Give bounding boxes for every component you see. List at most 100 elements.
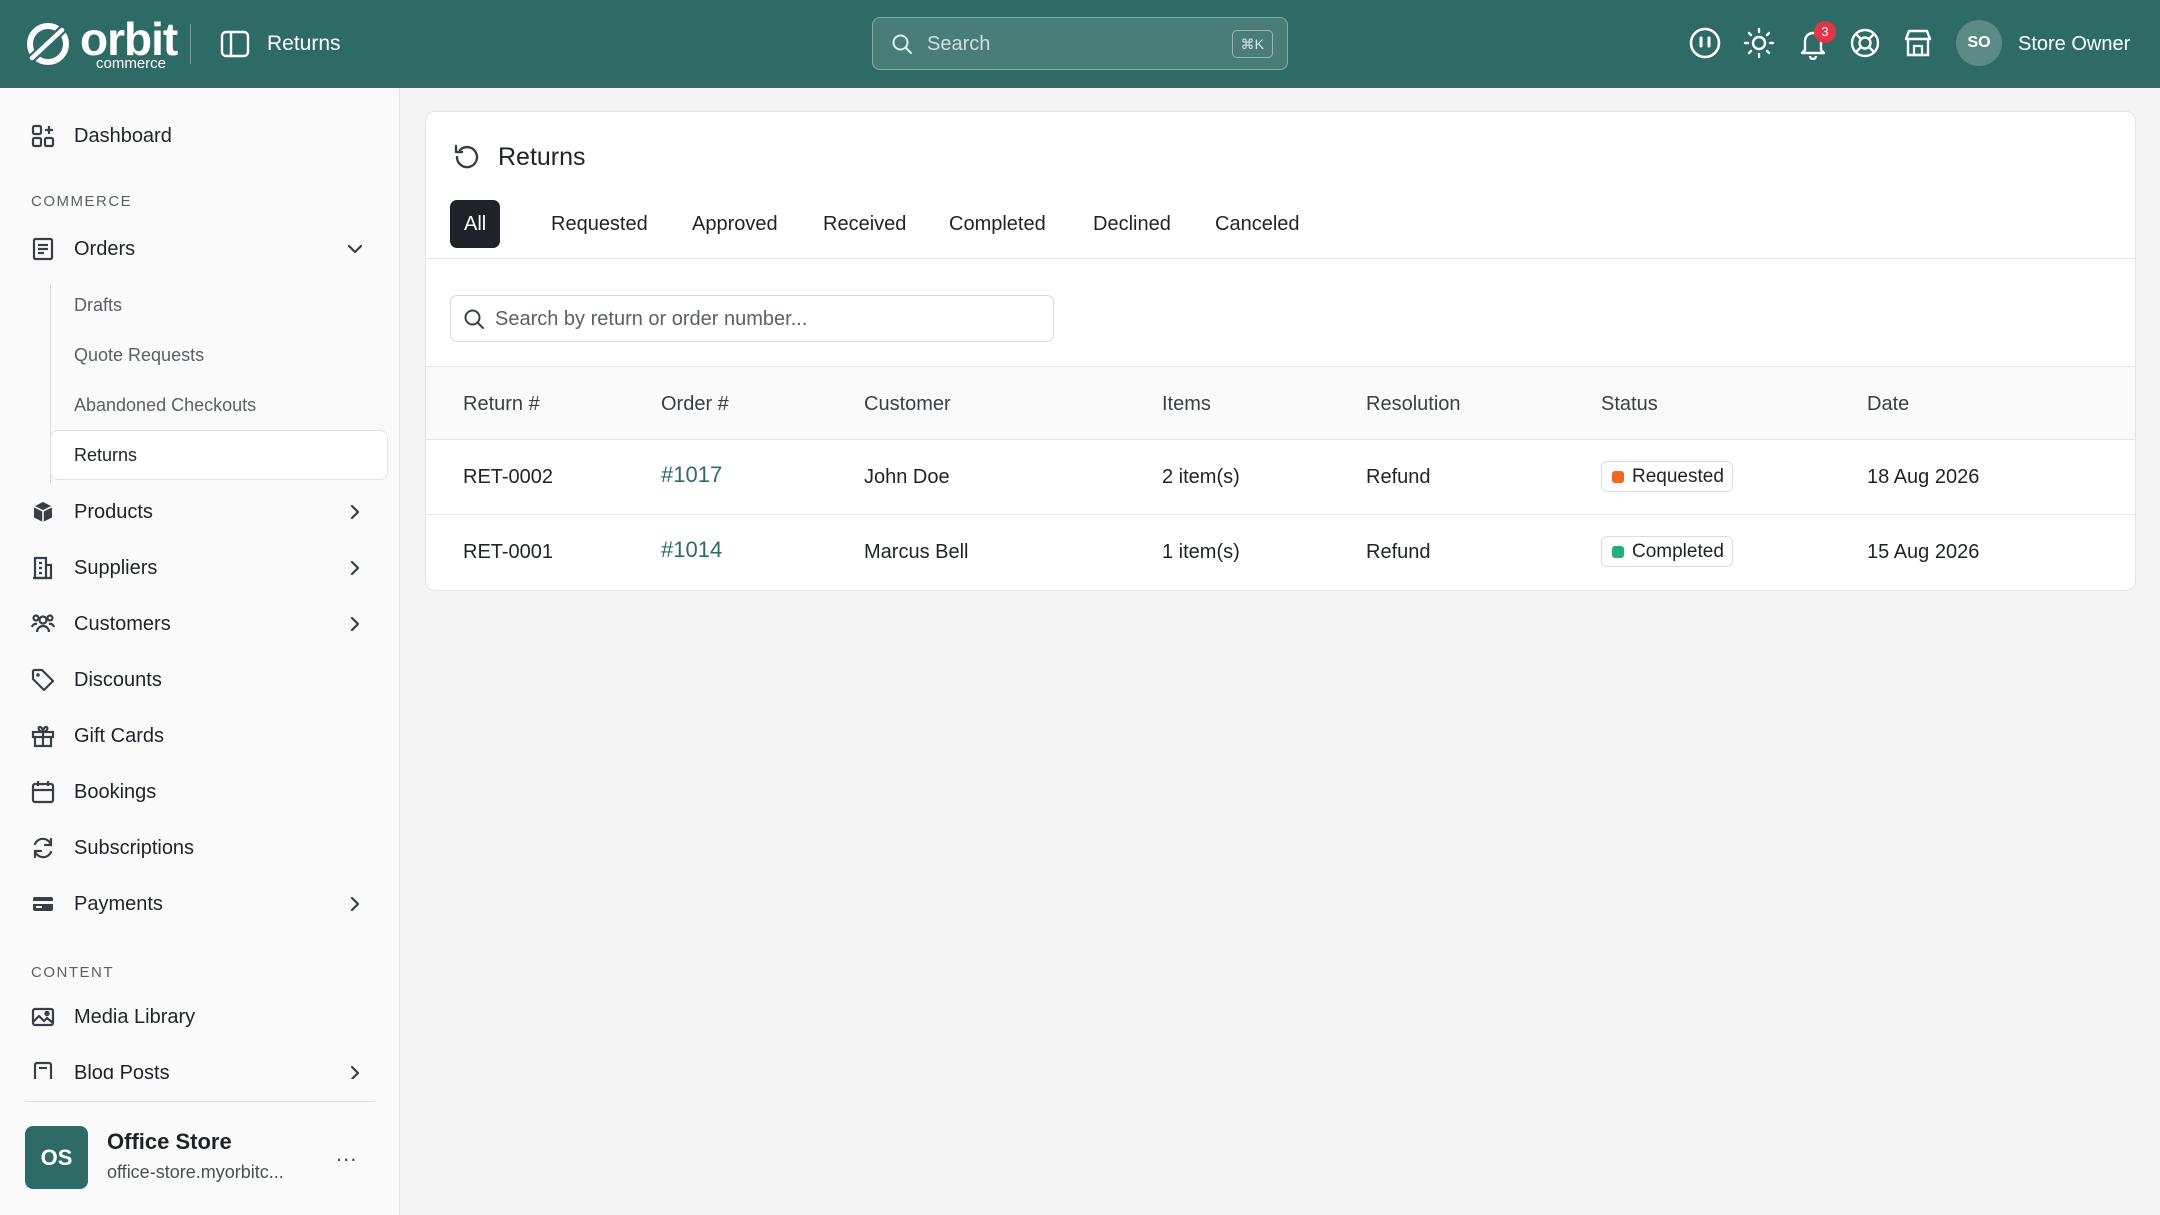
- returns-search-input[interactable]: [495, 302, 1035, 336]
- store-more-button[interactable]: ...: [336, 1142, 357, 1166]
- return-number: RET-0001: [463, 541, 554, 563]
- column-header[interactable]: Resolution: [1366, 391, 1461, 417]
- sidebar-subitem-drafts[interactable]: Drafts: [74, 293, 122, 317]
- search-icon: [464, 309, 484, 329]
- tab-received[interactable]: Received: [823, 200, 906, 248]
- logo-sub: commerce: [96, 55, 167, 72]
- items-count: 2 item(s): [1162, 466, 1240, 488]
- returns-search: [450, 295, 1054, 342]
- sidebar-item-label: Payments: [74, 893, 163, 915]
- order-link[interactable]: #1014: [661, 537, 722, 563]
- store-name[interactable]: Office Store: [107, 1128, 232, 1156]
- sidebar-item-bookings[interactable]: Bookings: [0, 770, 399, 814]
- return-number: RET-0002: [463, 466, 554, 488]
- return-date: 15 Aug 2026: [1867, 541, 1980, 563]
- sidebar-item-label: Products: [74, 501, 153, 523]
- user-avatar[interactable]: SO: [1956, 20, 2002, 66]
- sidebar-item-gift-cards[interactable]: Gift Cards: [0, 714, 399, 758]
- orbit-logo[interactable]: orbit commerce: [24, 14, 180, 74]
- table-row[interactable]: RET-0001 #1014 Marcus Bell 1 item(s) Ref…: [426, 515, 2135, 590]
- sidebar-item-media-library[interactable]: Media Library: [0, 995, 399, 1039]
- sidebar-item-label: Dashboard: [74, 125, 172, 147]
- status-label: Completed: [1632, 541, 1724, 562]
- sun-icon[interactable]: [1742, 26, 1776, 60]
- sidebar-subitem-abandoned-checkouts[interactable]: Abandoned Checkouts: [74, 393, 256, 417]
- sidebar-subitem-quote-requests[interactable]: Quote Requests: [74, 343, 204, 367]
- tab-approved[interactable]: Approved: [692, 200, 778, 248]
- table-row[interactable]: RET-0002 #1017 John Doe 2 item(s) Refund…: [426, 440, 2135, 515]
- sidebar-item-dashboard[interactable]: Dashboard: [0, 114, 399, 158]
- tab-declined[interactable]: Declined: [1093, 200, 1171, 248]
- column-header[interactable]: Return #: [463, 391, 540, 417]
- returns-card: Returns All Requested Approved Received …: [425, 111, 2136, 591]
- search-shortcut: ⌘K: [1231, 30, 1273, 58]
- tag-icon: [31, 668, 55, 692]
- building-icon: [33, 556, 53, 580]
- sidebar-item-label: Returns: [74, 445, 138, 465]
- sidebar-item-payments[interactable]: Payments: [0, 882, 399, 926]
- status-badge: Requested: [1601, 461, 1733, 492]
- customer-name: John Doe: [864, 466, 950, 488]
- sidebar-item-label: Bookings: [74, 781, 157, 803]
- users-icon: [30, 614, 56, 633]
- store-icon[interactable]: [1901, 26, 1935, 60]
- sidebar-item-customers[interactable]: Customers: [0, 602, 399, 646]
- sidebar-item-label: Gift Cards: [74, 725, 165, 747]
- tab-completed[interactable]: Completed: [949, 200, 1046, 248]
- sidebar-item-products[interactable]: Products: [0, 490, 399, 534]
- resolution: Refund: [1366, 466, 1431, 488]
- column-header[interactable]: Date: [1867, 391, 1909, 417]
- table-header: Return # Order # Customer Items Resoluti…: [426, 366, 2135, 440]
- credit-card-icon: [33, 897, 53, 911]
- items-count: 1 item(s): [1162, 541, 1240, 563]
- orders-icon: [32, 237, 54, 261]
- column-header[interactable]: Order #: [661, 391, 729, 417]
- column-header[interactable]: Customer: [864, 391, 951, 417]
- column-header[interactable]: Items: [1162, 391, 1211, 417]
- sidebar-item-label: Orders: [74, 238, 136, 260]
- tab-requested[interactable]: Requested: [551, 200, 648, 248]
- sidebar-subitem-returns[interactable]: Returns: [50, 430, 388, 480]
- refresh-icon: [33, 837, 53, 859]
- tab-canceled[interactable]: Canceled: [1215, 200, 1300, 248]
- chevron-right-icon: [350, 560, 360, 576]
- undo-icon: [454, 144, 479, 169]
- global-search[interactable]: Search ⌘K: [872, 17, 1288, 70]
- section-label-commerce: COMMERCE: [31, 193, 133, 210]
- sidebar-item-subscriptions[interactable]: Subscriptions: [0, 826, 399, 870]
- tab-all[interactable]: All: [450, 200, 501, 248]
- orbit-logo-icon: [26, 23, 69, 65]
- chevron-right-icon: [350, 616, 360, 632]
- header-divider: [190, 24, 191, 64]
- sidebar-item-label: Media Library: [74, 1006, 196, 1028]
- dashboard-icon: [31, 124, 55, 148]
- status-dot: [1612, 546, 1624, 558]
- calendar-icon: [31, 781, 55, 804]
- user-name[interactable]: Store Owner: [2018, 30, 2130, 58]
- status-label: Requested: [1632, 466, 1724, 487]
- top-bar: orbit commerce Returns Search ⌘K 3 SO St…: [0, 0, 2160, 88]
- section-label-content: CONTENT: [31, 964, 114, 981]
- assistant-icon[interactable]: [1688, 26, 1722, 60]
- store-avatar[interactable]: OS: [25, 1126, 88, 1189]
- sidebar-toggle-icon[interactable]: [220, 30, 250, 58]
- status-badge: Completed: [1601, 536, 1733, 567]
- store-url: office-store.myorbitc...: [107, 1162, 284, 1182]
- status-dot: [1612, 471, 1624, 483]
- help-icon[interactable]: [1848, 26, 1882, 60]
- search-icon: [892, 34, 912, 54]
- sidebar-item-discounts[interactable]: Discounts: [0, 658, 399, 702]
- sidebar-item-suppliers[interactable]: Suppliers: [0, 546, 399, 590]
- sidebar: Dashboard COMMERCE Orders Drafts Quote R…: [0, 88, 400, 1215]
- divider: [426, 258, 2135, 259]
- page-title: Returns: [267, 32, 341, 55]
- column-header[interactable]: Status: [1601, 391, 1658, 417]
- box-icon: [33, 502, 53, 522]
- sidebar-item-label: Customers: [74, 613, 171, 635]
- sidebar-divider: [26, 1101, 374, 1102]
- gift-icon: [31, 725, 55, 748]
- return-date: 18 Aug 2026: [1867, 466, 1980, 488]
- sidebar-item-orders[interactable]: Orders: [0, 227, 399, 271]
- order-link[interactable]: #1017: [661, 462, 722, 488]
- customer-name: Marcus Bell: [864, 541, 969, 563]
